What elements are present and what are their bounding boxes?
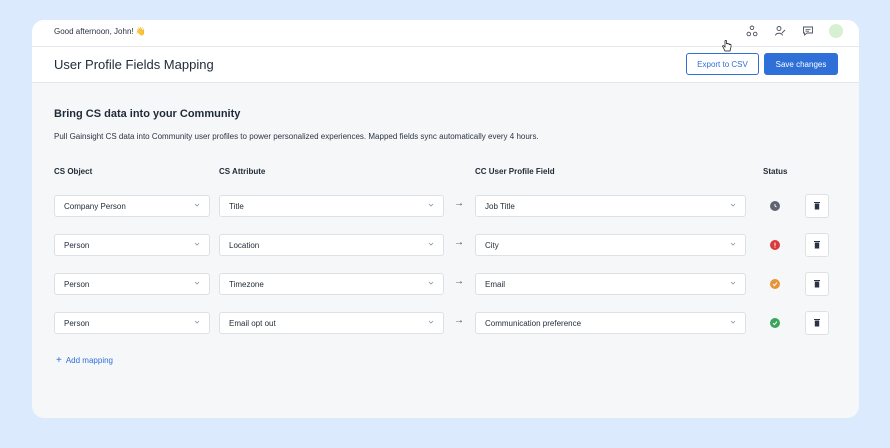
cc-field-select[interactable]: City (475, 234, 746, 256)
status-error-icon (770, 240, 780, 250)
cs-attribute-select[interactable]: Title (219, 195, 444, 217)
cs-object-value: Person (64, 280, 90, 289)
cs-object-select[interactable]: Person (54, 312, 210, 334)
cc-field-select[interactable]: Communication preference (475, 312, 746, 334)
chevron-down-icon (427, 201, 435, 211)
cs-object-select[interactable]: Person (54, 234, 210, 256)
status-pending-icon (770, 201, 780, 211)
cs-object-value: Company Person (64, 202, 126, 211)
chevron-down-icon (193, 279, 201, 289)
chevron-down-icon (427, 279, 435, 289)
cc-field-value: Email (485, 280, 506, 289)
chevron-down-icon (193, 318, 201, 328)
save-changes-button[interactable]: Save changes (764, 53, 838, 75)
page-header: User Profile Fields Mapping Export to CS… (32, 47, 859, 83)
cs-object-select[interactable]: Person (54, 273, 210, 295)
mapping-card: Good afternoon, John! 👋 User Profile Fie… (32, 20, 859, 418)
chevron-down-icon (427, 240, 435, 250)
status-success-icon (770, 318, 780, 328)
section-title: Bring CS data into your Community (54, 108, 241, 120)
hand-cursor-icon (722, 39, 732, 58)
arrow-right-icon: → (454, 198, 464, 209)
top-icons (745, 24, 843, 38)
cc-field-select[interactable]: Job Title (475, 195, 746, 217)
greeting-text: Good afternoon, John! 👋 (54, 27, 146, 36)
plus-icon: + (56, 355, 62, 366)
cs-attribute-value: Title (229, 202, 244, 211)
chevron-down-icon (729, 201, 737, 211)
cs-attribute-value: Location (229, 241, 260, 250)
section-description: Pull Gainsight CS data into Community us… (54, 132, 539, 141)
column-header-status: Status (763, 167, 788, 176)
user-edit-icon[interactable] (773, 24, 787, 38)
cs-object-value: Person (64, 319, 90, 328)
chevron-down-icon (729, 240, 737, 250)
trash-icon (813, 314, 821, 332)
delete-row-button[interactable] (805, 311, 829, 335)
cs-attribute-select[interactable]: Email opt out (219, 312, 444, 334)
delete-row-button[interactable] (805, 233, 829, 257)
column-header-cs-attribute: CS Attribute (219, 167, 266, 176)
chat-icon[interactable] (801, 24, 815, 38)
top-bar: Good afternoon, John! 👋 (32, 20, 859, 47)
arrow-right-icon: → (454, 237, 464, 248)
trash-icon (813, 197, 821, 215)
chevron-down-icon (729, 279, 737, 289)
cc-field-value: Job Title (485, 202, 515, 211)
cc-field-select[interactable]: Email (475, 273, 746, 295)
add-mapping-label: Add mapping (65, 356, 113, 365)
cs-attribute-value: Email opt out (229, 319, 276, 328)
cs-attribute-value: Timezone (229, 280, 264, 289)
cc-field-value: Communication preference (485, 319, 582, 328)
chevron-down-icon (193, 240, 201, 250)
delete-row-button[interactable] (805, 272, 829, 296)
arrow-right-icon: → (454, 315, 464, 326)
add-mapping-link[interactable]: + Add mapping (56, 355, 113, 366)
avatar[interactable] (829, 24, 843, 38)
cs-object-value: Person (64, 241, 90, 250)
column-header-cc-field: CC User Profile Field (475, 167, 555, 176)
cs-attribute-select[interactable]: Location (219, 234, 444, 256)
chevron-down-icon (427, 318, 435, 328)
delete-row-button[interactable] (805, 194, 829, 218)
chevron-down-icon (193, 201, 201, 211)
trash-icon (813, 236, 821, 254)
community-icon[interactable] (745, 24, 759, 38)
cc-field-value: City (485, 241, 499, 250)
status-warning-icon (770, 279, 780, 289)
cs-attribute-select[interactable]: Timezone (219, 273, 444, 295)
column-header-cs-object: CS Object (54, 167, 93, 176)
chevron-down-icon (729, 318, 737, 328)
arrow-right-icon: → (454, 276, 464, 287)
page-title: User Profile Fields Mapping (54, 57, 214, 72)
trash-icon (813, 275, 821, 293)
cs-object-select[interactable]: Company Person (54, 195, 210, 217)
